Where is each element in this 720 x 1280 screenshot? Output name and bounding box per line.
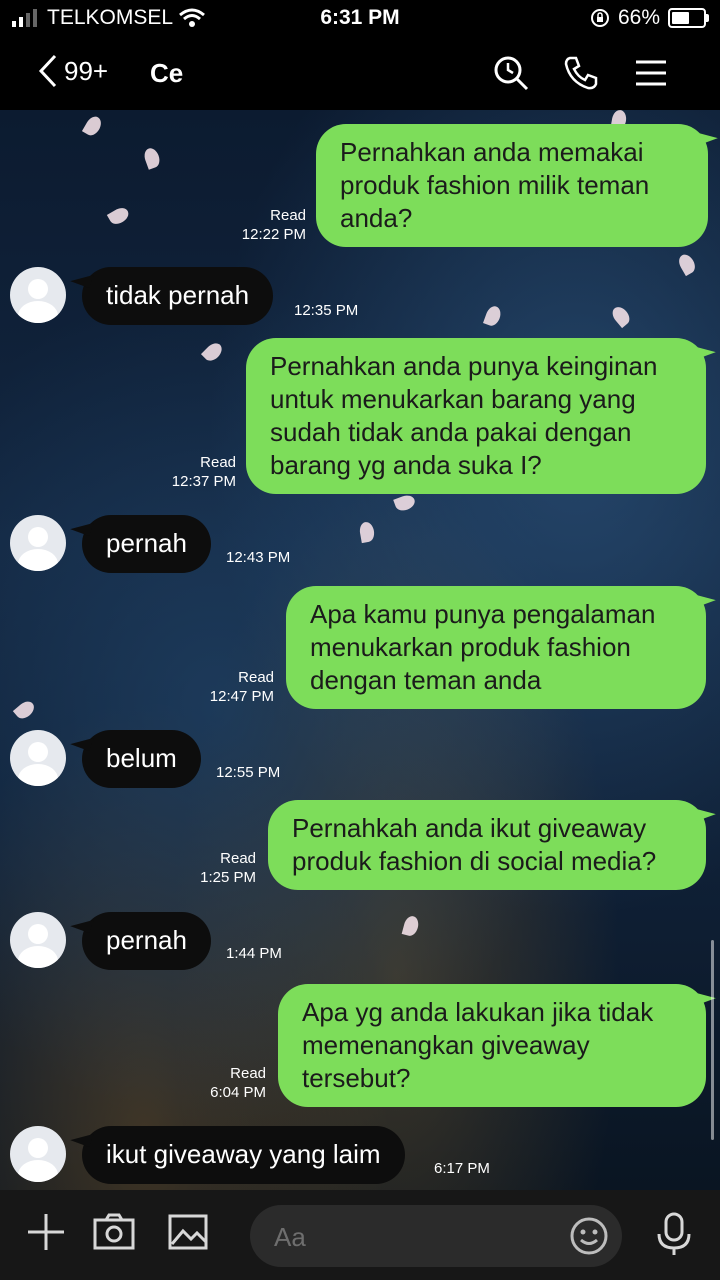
input-bar: Aa <box>0 1190 720 1280</box>
unread-count: 99+ <box>64 55 109 86</box>
message-bubble-sent[interactable]: Pernahkah anda ikut giveaway produk fash… <box>268 800 706 890</box>
message-time: 6:04 PM <box>210 1084 266 1101</box>
battery-icon <box>668 8 709 28</box>
status-bar: TELKOMSEL 6:31 PM 66% <box>0 0 720 36</box>
read-status: Read <box>200 454 236 471</box>
message-meta: Read 12:22 PM <box>220 206 306 244</box>
rotation-lock-icon <box>590 9 609 27</box>
avatar[interactable] <box>10 730 66 786</box>
message-time: 12:37 PM <box>171 473 236 490</box>
avatar[interactable] <box>10 1126 66 1182</box>
status-right: 66% <box>590 6 709 30</box>
avatar[interactable] <box>10 267 66 323</box>
microphone-icon[interactable] <box>652 1212 696 1256</box>
message-time: 12:35 PM <box>294 302 359 319</box>
message-meta: Read 1:25 PM <box>170 849 256 887</box>
avatar[interactable] <box>10 515 66 571</box>
message-time: 1:25 PM <box>200 869 256 886</box>
input-placeholder: Aa <box>274 1222 306 1252</box>
battery-percent: 66% <box>617 6 660 29</box>
message-time: 12:22 PM <box>241 226 306 243</box>
message-time: 12:55 PM <box>216 764 281 781</box>
message-meta: Read 6:04 PM <box>180 1064 266 1102</box>
message-bubble-sent[interactable]: Apa kamu punya pengalaman menukarkan pro… <box>286 586 706 709</box>
read-status: Read <box>220 850 256 867</box>
plus-icon[interactable] <box>24 1210 68 1254</box>
camera-icon[interactable] <box>92 1210 136 1254</box>
message-bubble-sent[interactable]: Pernahkan anda punya keinginan untuk men… <box>246 338 706 494</box>
message-bubble-received[interactable]: tidak pernah <box>82 267 274 325</box>
message-time: 12:47 PM <box>209 688 274 705</box>
message-input[interactable]: Aa <box>250 1205 622 1267</box>
search-icon[interactable] <box>492 54 530 92</box>
message-bubble-received[interactable]: pernah <box>82 912 211 970</box>
message-bubble-received[interactable]: pernah <box>82 515 211 573</box>
back-button[interactable]: 99+ <box>38 54 108 88</box>
message-meta: Read 12:47 PM <box>188 668 274 706</box>
image-icon[interactable] <box>166 1210 210 1254</box>
menu-icon[interactable] <box>632 54 670 92</box>
chat-header: 99+ Ce <box>0 36 720 110</box>
chevron-left-icon <box>38 54 57 88</box>
read-status: Read <box>270 207 306 224</box>
read-status: Read <box>238 669 274 686</box>
message-meta: Read 12:37 PM <box>150 453 236 491</box>
message-bubble-received[interactable]: belum <box>82 730 201 788</box>
read-status: Read <box>230 1065 266 1082</box>
message-bubble-received[interactable]: ikut giveaway yang laim <box>82 1126 405 1184</box>
scrollbar[interactable] <box>711 940 714 1140</box>
avatar[interactable] <box>10 912 66 968</box>
phone-icon[interactable] <box>562 54 600 92</box>
message-time: 6:17 PM <box>434 1160 490 1177</box>
message-time: 1:44 PM <box>226 945 282 962</box>
message-time: 12:43 PM <box>226 549 291 566</box>
contact-name[interactable]: Ce <box>150 58 183 89</box>
message-bubble-sent[interactable]: Apa yg anda lakukan jika tidak memenangk… <box>278 984 706 1107</box>
message-bubble-sent[interactable]: Pernahkan anda memakai produk fashion mi… <box>316 124 708 247</box>
chat-area[interactable]: Pernahkan anda memakai produk fashion mi… <box>0 110 720 1190</box>
emoji-icon[interactable] <box>568 1215 610 1257</box>
